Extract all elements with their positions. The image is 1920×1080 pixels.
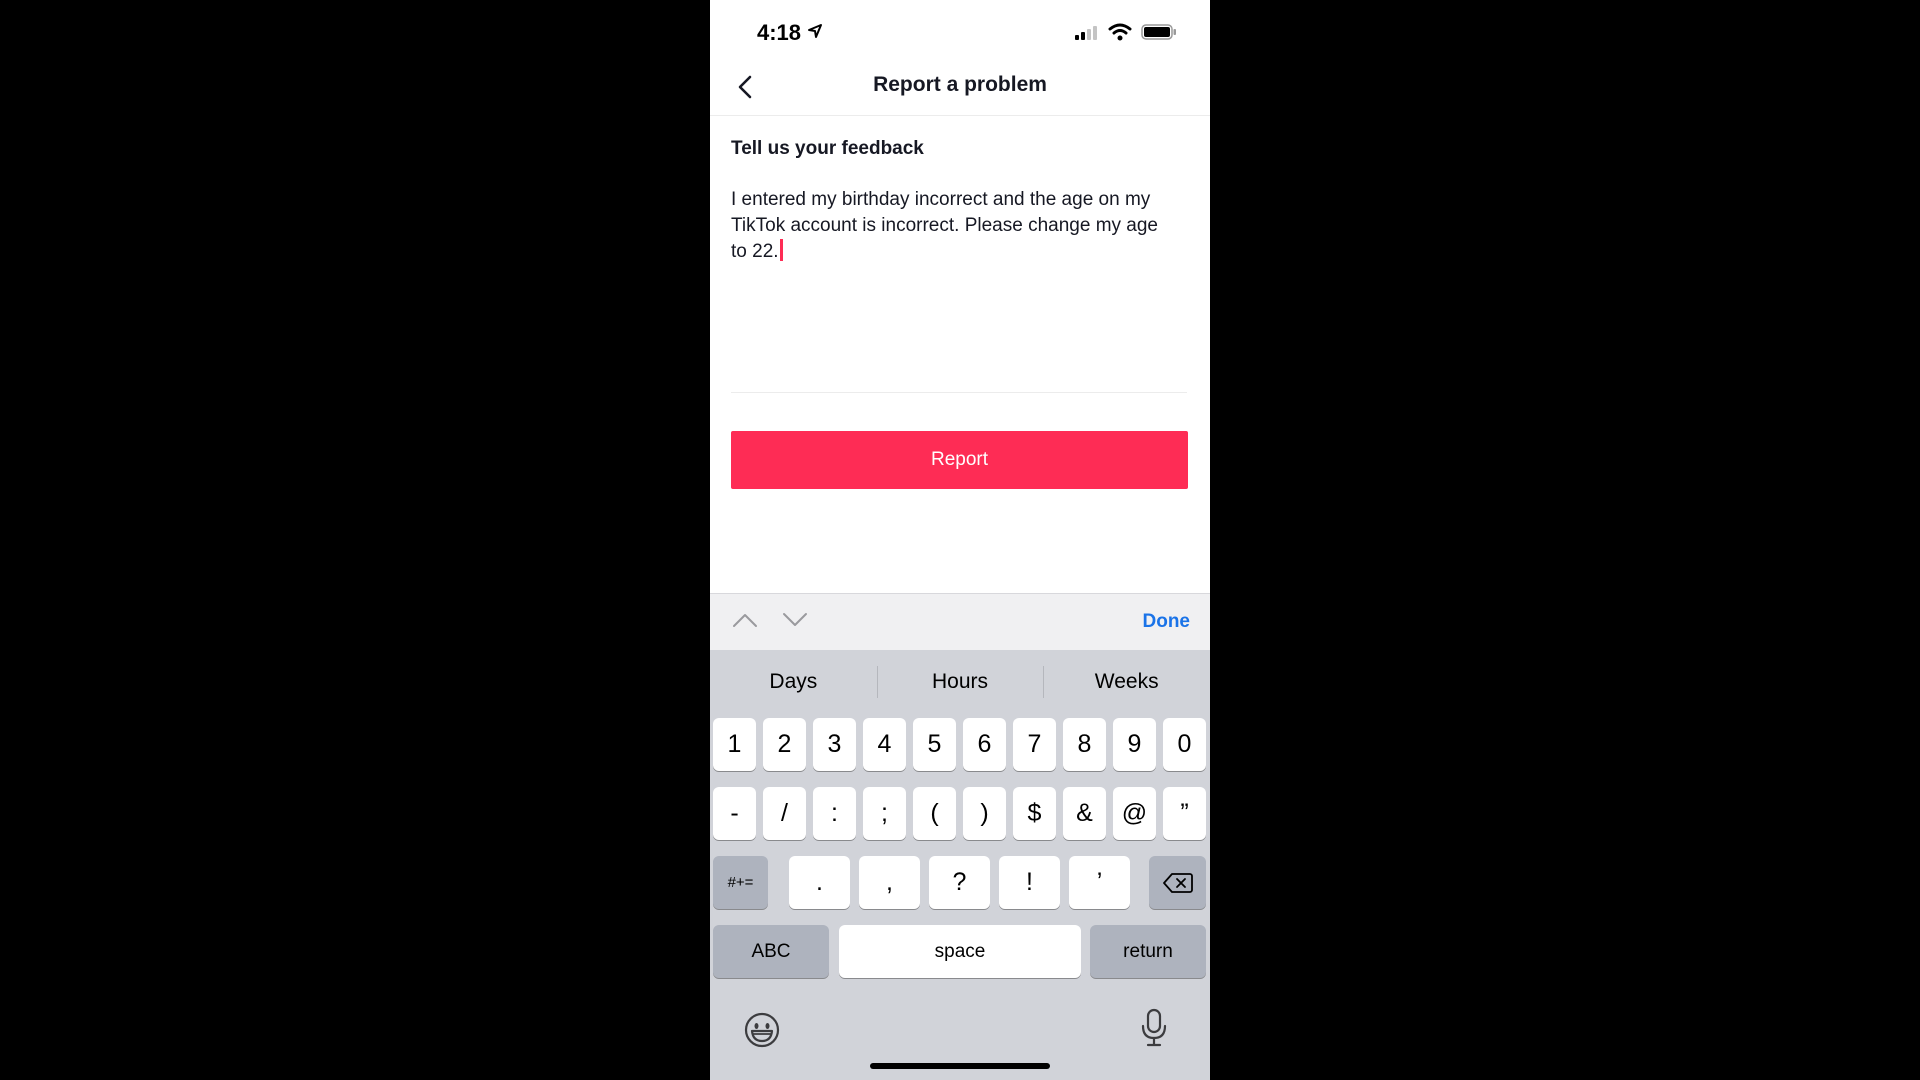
phone-screen: 4:18 Report a problem Tell us your feedb…: [710, 0, 1210, 1080]
report-button[interactable]: Report: [731, 431, 1188, 489]
key-slash[interactable]: /: [763, 787, 806, 840]
emoji-icon[interactable]: [744, 1012, 780, 1048]
key-space[interactable]: space: [839, 925, 1081, 978]
suggestion-bar: Days Hours Weeks: [710, 650, 1210, 714]
chevron-up-icon[interactable]: [732, 612, 758, 628]
key-open-paren[interactable]: (: [913, 787, 956, 840]
wifi-icon: [1108, 23, 1132, 41]
key-period[interactable]: .: [789, 856, 850, 909]
key-comma[interactable]: ,: [859, 856, 920, 909]
backspace-icon: [1162, 872, 1193, 893]
feedback-label: Tell us your feedback: [731, 138, 924, 159]
key-semicolon[interactable]: ;: [863, 787, 906, 840]
key-4[interactable]: 4: [863, 718, 906, 771]
page-title: Report a problem: [873, 73, 1047, 96]
status-bar: 4:18: [710, 0, 1210, 60]
key-question[interactable]: ?: [929, 856, 990, 909]
key-ampersand[interactable]: &: [1063, 787, 1106, 840]
key-hyphen[interactable]: -: [713, 787, 756, 840]
key-apostrophe[interactable]: ’: [1069, 856, 1130, 909]
key-9[interactable]: 9: [1113, 718, 1156, 771]
feedback-text-line: to 22.: [731, 241, 779, 262]
key-return[interactable]: return: [1090, 925, 1206, 978]
key-quote[interactable]: ”: [1163, 787, 1206, 840]
keyboard-toolbar: Done: [710, 593, 1210, 651]
backspace-key[interactable]: [1149, 856, 1206, 909]
location-arrow-icon: [808, 24, 822, 38]
status-time: 4:18: [757, 20, 802, 45]
done-button[interactable]: Done: [1143, 611, 1191, 633]
key-8[interactable]: 8: [1063, 718, 1106, 771]
key-5[interactable]: 5: [913, 718, 956, 771]
key-7[interactable]: 7: [1013, 718, 1056, 771]
key-0[interactable]: 0: [1163, 718, 1206, 771]
key-exclamation[interactable]: !: [999, 856, 1060, 909]
suggestion-item[interactable]: Days: [710, 670, 877, 694]
feedback-textarea[interactable]: I entered my birthday incorrect and the …: [731, 187, 1187, 393]
microphone-icon[interactable]: [1140, 1008, 1168, 1048]
home-indicator: [870, 1063, 1050, 1069]
suggestion-item[interactable]: Hours: [876, 666, 1044, 698]
text-cursor: [779, 239, 783, 261]
key-2[interactable]: 2: [763, 718, 806, 771]
key-close-paren[interactable]: ): [963, 787, 1006, 840]
key-dollar[interactable]: $: [1013, 787, 1056, 840]
feedback-text-line: I entered my birthday incorrect and the …: [731, 189, 1151, 210]
key-abc[interactable]: ABC: [713, 925, 829, 978]
cellular-signal-icon: [1075, 26, 1097, 40]
chevron-down-icon[interactable]: [782, 612, 808, 628]
key-at[interactable]: @: [1113, 787, 1156, 840]
keyboard: Days Hours Weeks 1 2 3 4 5 6 7 8 9 0 - /…: [710, 650, 1210, 1080]
battery-icon: [1141, 24, 1176, 40]
suggestion-item[interactable]: Weeks: [1043, 666, 1210, 698]
key-6[interactable]: 6: [963, 718, 1006, 771]
feedback-text-line: TikTok account is incorrect. Please chan…: [731, 215, 1158, 236]
key-3[interactable]: 3: [813, 718, 856, 771]
nav-bar: Report a problem: [710, 60, 1210, 116]
key-1[interactable]: 1: [713, 718, 756, 771]
key-colon[interactable]: :: [813, 787, 856, 840]
key-more-symbols[interactable]: #+=: [713, 856, 768, 909]
